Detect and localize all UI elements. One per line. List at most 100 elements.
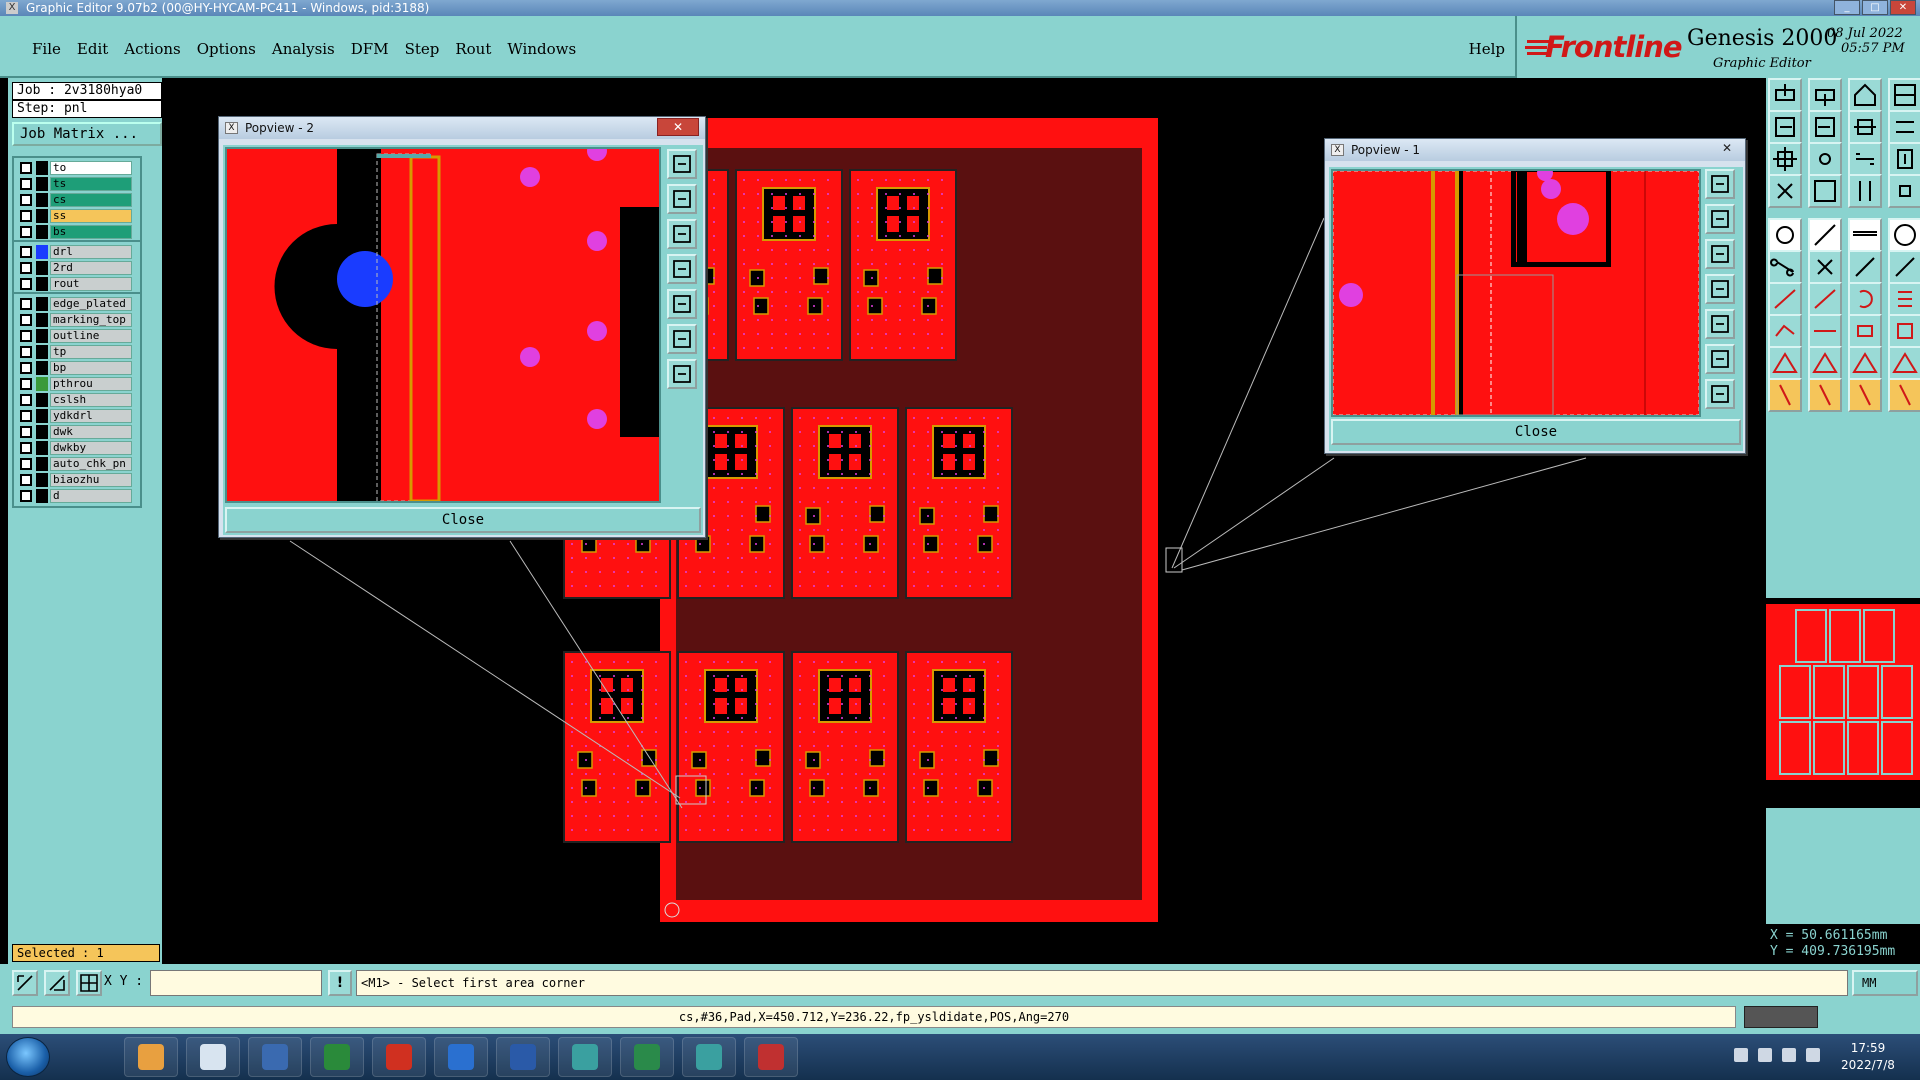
popview-tool-button[interactable] xyxy=(667,149,697,179)
popview-1-title-bar[interactable]: X Popview - 1 xyxy=(1325,139,1745,161)
layer-checkbox[interactable] xyxy=(20,474,32,486)
layer-name[interactable]: tp xyxy=(50,345,132,359)
layer-row-edge_plated[interactable]: edge_plated xyxy=(14,296,140,312)
tool-button[interactable] xyxy=(1808,314,1842,348)
tool-button[interactable] xyxy=(1768,218,1802,252)
tool-button[interactable] xyxy=(1768,314,1802,348)
layer-name[interactable]: 2rd xyxy=(50,261,132,275)
layer-row-biaozhu[interactable]: biaozhu xyxy=(14,472,140,488)
tool-button[interactable] xyxy=(1888,142,1920,176)
popview-2-close-icon[interactable]: ✕ xyxy=(657,118,699,136)
layer-row-drl[interactable]: drl xyxy=(14,244,140,260)
layer-row-marking_top[interactable]: marking_top xyxy=(14,312,140,328)
layer-checkbox[interactable] xyxy=(20,426,32,438)
tool-button[interactable] xyxy=(1848,174,1882,208)
layer-checkbox[interactable] xyxy=(20,346,32,358)
snap-mode-button[interactable] xyxy=(12,970,38,996)
tool-button[interactable] xyxy=(1768,78,1802,112)
tool-button[interactable] xyxy=(1768,346,1802,380)
tool-button[interactable] xyxy=(1848,110,1882,144)
close-window-button[interactable]: ✕ xyxy=(1890,0,1916,15)
tool-button[interactable] xyxy=(1848,314,1882,348)
layer-checkbox[interactable] xyxy=(20,226,32,238)
popview-1-close-button[interactable]: Close xyxy=(1331,419,1741,445)
layer-row-dwkby[interactable]: dwkby xyxy=(14,440,140,456)
tool-button[interactable] xyxy=(1808,282,1842,316)
popview-1-close-icon[interactable]: ✕ xyxy=(1715,140,1739,158)
layer-name[interactable]: outline xyxy=(50,329,132,343)
popview-1-window[interactable]: X Popview - 1 ✕ Close xyxy=(1324,138,1746,454)
measure-mode-button[interactable] xyxy=(44,970,70,996)
layer-name[interactable]: rout xyxy=(50,277,132,291)
layer-name[interactable]: cs xyxy=(50,193,132,207)
units-selector[interactable]: MM xyxy=(1852,970,1918,996)
tool-button[interactable] xyxy=(1808,378,1842,412)
layer-row-ts[interactable]: ts xyxy=(14,176,140,192)
menu-edit[interactable]: Edit xyxy=(69,40,116,58)
layer-name[interactable]: auto_chk_pn xyxy=(50,457,132,471)
layer-row-bs[interactable]: bs xyxy=(14,224,140,240)
layer-checkbox[interactable] xyxy=(20,246,32,258)
layer-row-to[interactable]: to xyxy=(14,160,140,176)
layer-row-2rd[interactable]: 2rd xyxy=(14,260,140,276)
tool-button[interactable] xyxy=(1888,314,1920,348)
taskbar-app-button[interactable] xyxy=(372,1037,426,1077)
tool-button[interactable] xyxy=(1808,346,1842,380)
popview-tool-button[interactable] xyxy=(667,254,697,284)
layer-row-tp[interactable]: tp xyxy=(14,344,140,360)
popview-2-view[interactable] xyxy=(225,147,661,503)
layer-checkbox[interactable] xyxy=(20,194,32,206)
tool-button[interactable] xyxy=(1888,346,1920,380)
menu-windows[interactable]: Windows xyxy=(499,40,584,58)
taskbar-app-button[interactable] xyxy=(186,1037,240,1077)
layer-row-ss[interactable]: ss xyxy=(14,208,140,224)
tool-button[interactable] xyxy=(1808,78,1842,112)
layer-name[interactable]: ss xyxy=(50,209,132,223)
layer-name[interactable]: dwkby xyxy=(50,441,132,455)
layer-row-cslsh[interactable]: cslsh xyxy=(14,392,140,408)
tool-button[interactable] xyxy=(1888,378,1920,412)
popview-tool-button[interactable] xyxy=(667,324,697,354)
layer-row-outline[interactable]: outline xyxy=(14,328,140,344)
minimize-button[interactable]: _ xyxy=(1834,0,1860,15)
layer-name[interactable]: pthrou xyxy=(50,377,132,391)
tool-button[interactable] xyxy=(1888,78,1920,112)
tool-button[interactable] xyxy=(1768,282,1802,316)
tool-button[interactable] xyxy=(1888,282,1920,316)
layer-checkbox[interactable] xyxy=(20,262,32,274)
grid-mode-button[interactable] xyxy=(76,970,102,996)
menu-analysis[interactable]: Analysis xyxy=(264,40,343,58)
layer-row-rout[interactable]: rout xyxy=(14,276,140,292)
volume-icon[interactable] xyxy=(1782,1048,1796,1062)
layer-checkbox[interactable] xyxy=(20,178,32,190)
layer-name[interactable]: to xyxy=(50,161,132,175)
warning-button[interactable]: ! xyxy=(328,970,352,996)
popview-tool-button[interactable] xyxy=(1705,344,1735,374)
network-icon[interactable] xyxy=(1806,1048,1820,1062)
taskbar-app-button[interactable] xyxy=(124,1037,178,1077)
popview-2-window[interactable]: X Popview - 2 ✕ Close xyxy=(218,116,706,538)
layer-name[interactable]: cslsh xyxy=(50,393,132,407)
tool-button[interactable] xyxy=(1808,142,1842,176)
layer-checkbox[interactable] xyxy=(20,314,32,326)
layer-row-pthrou[interactable]: pthrou xyxy=(14,376,140,392)
job-matrix-button[interactable]: Job Matrix ... xyxy=(12,122,162,146)
menu-rout[interactable]: Rout xyxy=(447,40,499,58)
popview-2-title-bar[interactable]: X Popview - 2 xyxy=(219,117,705,139)
tool-button[interactable] xyxy=(1888,218,1920,252)
popview-tool-button[interactable] xyxy=(667,289,697,319)
menu-help[interactable]: Help xyxy=(1469,40,1505,58)
layer-checkbox[interactable] xyxy=(20,442,32,454)
layer-checkbox[interactable] xyxy=(20,410,32,422)
layer-checkbox[interactable] xyxy=(20,330,32,342)
taskbar-app-button[interactable] xyxy=(744,1037,798,1077)
layer-name[interactable]: dwk xyxy=(50,425,132,439)
tool-button[interactable] xyxy=(1888,110,1920,144)
layer-row-auto_chk_pn[interactable]: auto_chk_pn xyxy=(14,456,140,472)
layer-checkbox[interactable] xyxy=(20,362,32,374)
popview-tool-button[interactable] xyxy=(1705,379,1735,409)
popview-tool-button[interactable] xyxy=(667,184,697,214)
menu-options[interactable]: Options xyxy=(189,40,264,58)
menu-step[interactable]: Step xyxy=(397,40,448,58)
layer-row-d[interactable]: d xyxy=(14,488,140,504)
